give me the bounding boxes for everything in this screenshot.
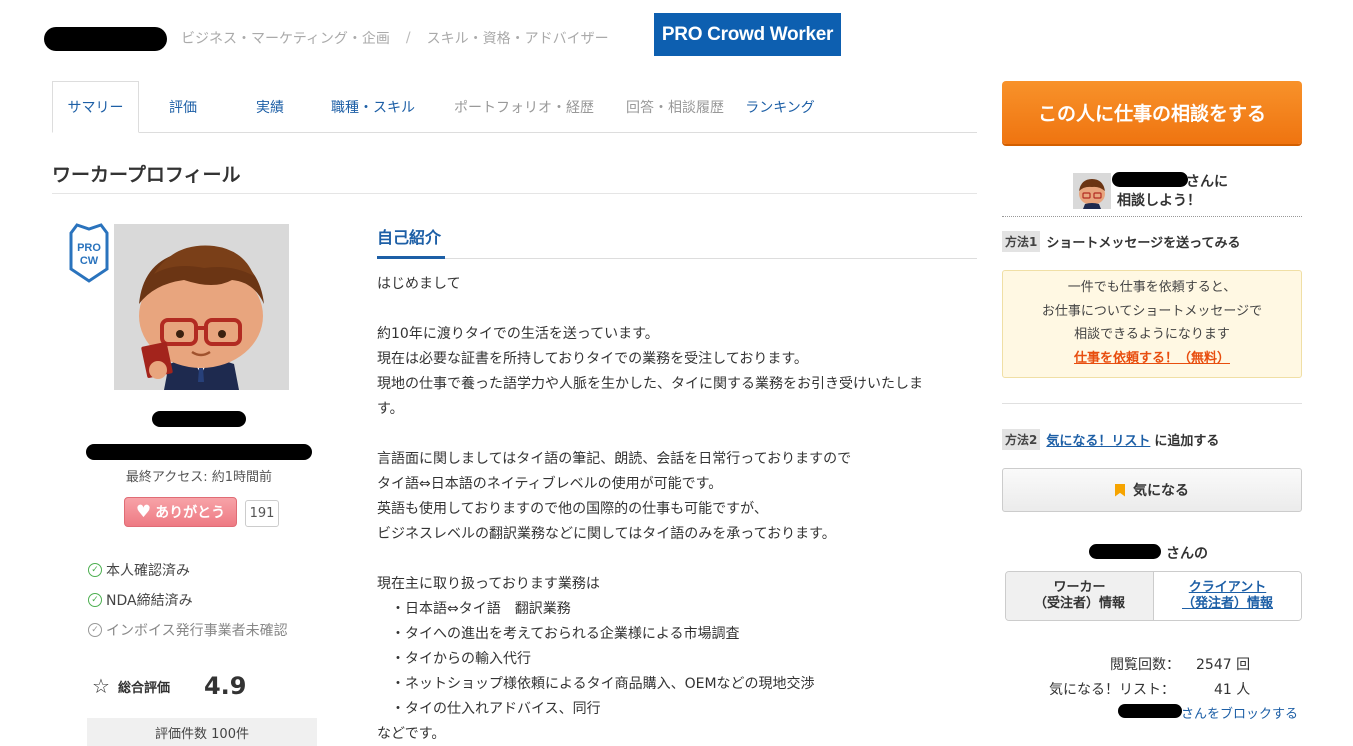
intro-line: 約10年に渡りタイでの生活を送っています。 <box>377 326 659 342</box>
tab-client-info[interactable]: クライアント （発注者）情報 <box>1154 572 1301 620</box>
thanks-label: ありがとう <box>155 505 226 521</box>
svg-text:CW: CW <box>80 255 99 267</box>
svg-text:PRO: PRO <box>77 242 101 254</box>
favorite-list-link[interactable]: 気になる！リスト <box>1046 430 1150 449</box>
divider <box>1002 403 1302 404</box>
intro-line <box>377 422 977 447</box>
bookmark-icon <box>1115 483 1125 497</box>
breadcrumb-item-skill[interactable]: スキル・資格・アドバイザー <box>427 28 609 48</box>
role-tab-line: クライアント <box>1188 580 1267 595</box>
breadcrumb-item-business[interactable]: ビジネス・マーケティング・企画 <box>181 28 390 48</box>
method-tag: 方法1 <box>1002 231 1041 252</box>
message-notice-box: 一件でも仕事を依頼すると、 お仕事についてショートメッセージで 相談できるように… <box>1002 270 1302 378</box>
site-name-redacted <box>44 27 167 51</box>
intro-heading-bar: 自己紹介 <box>377 224 977 259</box>
favorite-count-label: 気になる！リスト： <box>1049 682 1175 698</box>
intro-line: 現在は必要な証書を所持しておりタイでの業務を受注しております。 <box>377 351 808 367</box>
tab-portfolio[interactable]: ポートフォリオ・経歴 <box>433 81 615 133</box>
consult-job-button[interactable]: この人に仕事の相談をする <box>1002 81 1302 144</box>
intro-line: ・タイへの進出を考えておられる企業様による市場調査 <box>377 626 740 642</box>
method-1: 方法1 ショートメッセージを送ってみる <box>1002 231 1240 252</box>
intro-line: ・日本語⇔タイ語 翻訳業務 <box>377 601 571 617</box>
tab-skills[interactable]: 職種・スキル <box>313 81 433 133</box>
pro-crowd-worker-logo[interactable]: PRO Crowd Worker <box>654 13 841 56</box>
intro-line: 現在主に取り扱っております業務は <box>377 576 600 592</box>
rating-label: 総合評価 <box>117 680 170 696</box>
lets-consult-label: 相談しよう！ <box>1117 193 1201 209</box>
intro-line: 英語も使用しておりますので他の国際的の仕事も可能ですが、 <box>377 501 768 517</box>
verification-label: NDA締結済み <box>106 593 193 609</box>
san-ni-label: さんに <box>1186 174 1228 190</box>
views-value: 2547 回 <box>1196 657 1251 673</box>
avatar <box>114 224 289 390</box>
thanks-button[interactable]: ♥ ありがとう <box>124 497 237 527</box>
verification-identity: ✓ 本人確認済み <box>88 560 190 580</box>
views-label: 閲覧回数： <box>1110 657 1180 673</box>
tab-worker-info[interactable]: ワーカー （受注者）情報 <box>1006 572 1154 620</box>
check-circle-icon: ✓ <box>88 563 102 577</box>
tab-reviews[interactable]: 評価 <box>139 81 227 133</box>
worker-name-redacted <box>1089 544 1161 559</box>
check-circle-icon: ✓ <box>88 623 102 637</box>
worker-name-redacted <box>1112 172 1188 187</box>
verification-invoice: ✓ インボイス発行事業者未確認 <box>88 620 288 640</box>
tab-results[interactable]: 実績 <box>227 81 313 133</box>
breadcrumb-separator: / <box>405 30 411 46</box>
page-title: ワーカープロフィール <box>52 160 977 194</box>
method-text: に追加する <box>1154 434 1220 449</box>
request-job-link[interactable]: 仕事を依頼する！（無料） <box>1074 351 1230 366</box>
mini-avatar <box>1073 173 1111 209</box>
worker-name-redacted <box>152 411 246 427</box>
notice-line: 相談できるようになります <box>1074 327 1230 342</box>
role-tab-line: ワーカー <box>1053 580 1106 595</box>
intro-line: す。 <box>377 401 404 417</box>
method-tag: 方法2 <box>1002 429 1041 450</box>
method-2: 方法2 気になる！リスト に追加する <box>1002 429 1219 450</box>
intro-text: はじめまして約10年に渡りタイでの生活を送っています。現在は必要な証書を所持して… <box>377 272 977 746</box>
dotted-divider <box>1002 216 1302 217</box>
verification-label: インボイス発行事業者未確認 <box>106 623 288 639</box>
role-tab-line: （発注者）情報 <box>1181 596 1273 611</box>
verification-nda: ✓ NDA締結済み <box>88 590 193 610</box>
role-tab-line: （受注者）情報 <box>1033 596 1125 611</box>
overall-rating: ☆ 総合評価 4.9 <box>92 672 246 700</box>
favorite-button-label: 気になる <box>1133 483 1189 499</box>
favorite-button[interactable]: 気になる <box>1002 468 1302 512</box>
star-outline-icon: ☆ <box>92 674 110 698</box>
intro-line <box>377 297 977 322</box>
intro-line: ・タイの仕入れアドバイス、同行 <box>377 701 601 717</box>
intro-line: タイ語⇔日本語のネイティブレベルの使用が可能です。 <box>377 476 723 492</box>
method-text: ショートメッセージを送ってみる <box>1046 236 1241 251</box>
favorite-count-value: 41 人 <box>1214 682 1251 698</box>
tab-summary[interactable]: サマリー <box>52 81 139 133</box>
notice-line: 一件でも仕事を依頼すると、 <box>1067 280 1237 295</box>
heart-icon: ♥ <box>135 501 152 522</box>
intro-line: 現地の仕事で養った語学力や人脈を生かした、タイに関する業務をお引き受けいたしま <box>377 376 923 392</box>
intro-line: などです。 <box>377 726 446 742</box>
notice-line: お仕事についてショートメッセージで <box>1041 303 1263 319</box>
san-no-label: さんの <box>1166 546 1208 562</box>
intro-line: ・ネットショップ様依頼によるタイ商品購入、OEMなどの現地交渉 <box>377 676 815 692</box>
thanks-count: 191 <box>245 500 279 527</box>
intro-line <box>377 547 977 572</box>
rating-value: 4.9 <box>203 672 247 700</box>
last-access: 最終アクセス: 約1時間前 <box>125 470 273 485</box>
pro-badge-icon: PRO CW <box>67 223 111 283</box>
check-circle-icon: ✓ <box>88 593 102 607</box>
intro-line: はじめまして <box>377 276 461 292</box>
rating-count: 評価件数 100件 <box>87 718 317 746</box>
tab-answers[interactable]: 回答・相談履歴 <box>615 81 735 133</box>
breadcrumb: ビジネス・マーケティング・企画 / スキル・資格・アドバイザー <box>181 26 609 50</box>
profile-tabs: サマリー 評価 実績 職種・スキル ポートフォリオ・経歴 回答・相談履歴 ランキ… <box>52 81 977 133</box>
role-toggle: ワーカー （受注者）情報 クライアント （発注者）情報 <box>1005 571 1302 621</box>
worker-name-redacted <box>1118 704 1182 718</box>
worker-title-redacted <box>86 444 312 460</box>
tab-ranking[interactable]: ランキング <box>735 81 825 133</box>
intro-line: ビジネスレベルの翻訳業務などに関してはタイ語のみを承っております。 <box>377 526 836 542</box>
block-user-link[interactable]: さんをブロックする <box>1181 703 1298 722</box>
intro-line: ・タイからの輸入代行 <box>377 651 531 667</box>
verification-label: 本人確認済み <box>106 563 190 579</box>
intro-line: 言語面に関しましてはタイ語の筆記、朗読、会話を日常行っておりますので <box>377 451 852 467</box>
intro-heading: 自己紹介 <box>377 224 446 259</box>
